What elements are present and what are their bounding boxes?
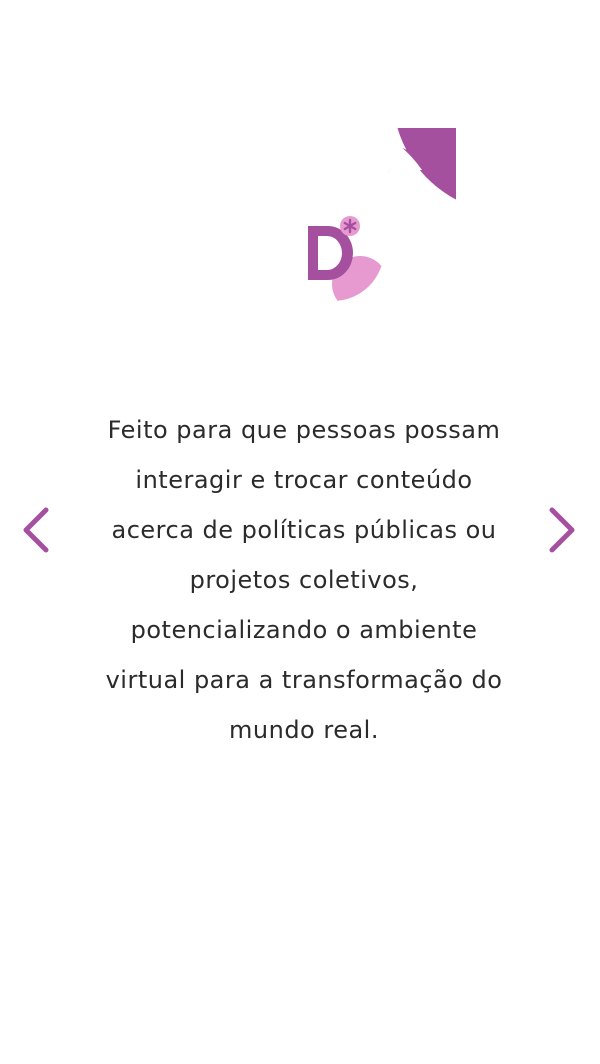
next-slide-button[interactable] — [542, 502, 582, 558]
slide-description: Feito para que pessoas possam interagir … — [105, 416, 503, 744]
chevron-left-icon — [23, 507, 49, 553]
d-asterisk-logo-icon — [282, 128, 456, 301]
chevron-right-icon — [549, 507, 575, 553]
app-logo — [210, 128, 456, 374]
previous-slide-button[interactable] — [16, 502, 56, 558]
